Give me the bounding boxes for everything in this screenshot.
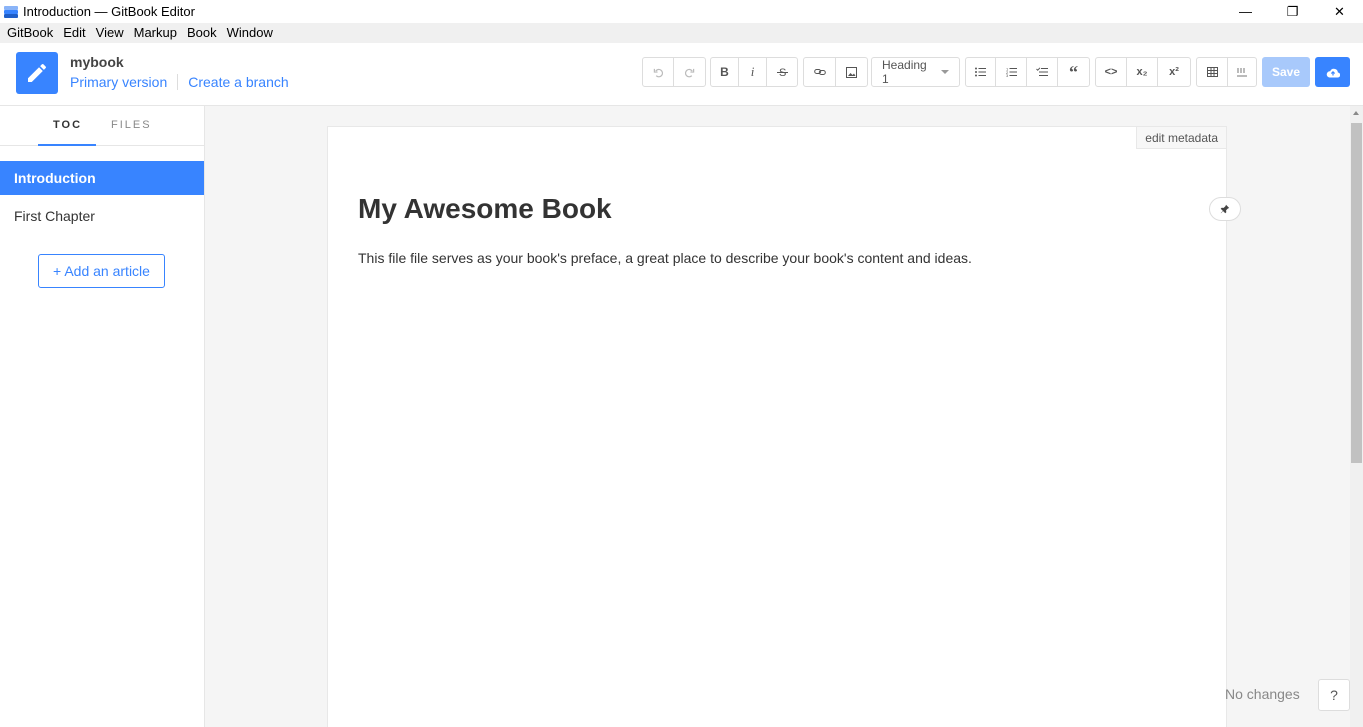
menu-gitbook[interactable]: GitBook bbox=[2, 23, 58, 43]
toc-item-first-chapter[interactable]: First Chapter bbox=[0, 199, 204, 233]
heading-select-label: Heading 1 bbox=[882, 58, 927, 86]
task-list-icon[interactable] bbox=[1027, 58, 1058, 86]
menu-edit[interactable]: Edit bbox=[58, 23, 90, 43]
document-heading[interactable]: My Awesome Book bbox=[358, 193, 612, 225]
list-group: 123 “ bbox=[965, 57, 1090, 87]
menu-book[interactable]: Book bbox=[182, 23, 222, 43]
save-status: No changes bbox=[1225, 686, 1300, 702]
superscript-icon[interactable]: x² bbox=[1158, 58, 1190, 86]
strikethrough-icon[interactable]: S bbox=[767, 58, 797, 86]
pin-icon[interactable] bbox=[1209, 197, 1241, 221]
history-group bbox=[642, 57, 706, 87]
chevron-down-icon bbox=[941, 70, 949, 74]
bold-icon[interactable]: B bbox=[711, 58, 739, 86]
divider bbox=[177, 74, 179, 90]
minimize-button[interactable]: — bbox=[1222, 0, 1269, 23]
sidebar: TOC FILES Introduction First Chapter + A… bbox=[0, 106, 205, 727]
active-tab-indicator bbox=[38, 144, 96, 146]
heading-select[interactable]: Heading 1 bbox=[872, 58, 959, 86]
svg-text:3: 3 bbox=[1006, 73, 1009, 77]
book-name: mybook bbox=[70, 54, 124, 70]
link-icon[interactable] bbox=[804, 58, 836, 86]
toc-item-introduction[interactable]: Introduction bbox=[0, 161, 204, 195]
math-icon[interactable] bbox=[1228, 58, 1256, 86]
restore-button[interactable]: ❐ bbox=[1269, 0, 1316, 23]
redo-icon[interactable] bbox=[674, 58, 705, 86]
table-icon[interactable] bbox=[1197, 58, 1228, 86]
subscript-icon[interactable]: x₂ bbox=[1127, 58, 1158, 86]
tab-toc[interactable]: TOC bbox=[53, 119, 82, 131]
gitbook-app-icon bbox=[4, 5, 18, 18]
sidebar-tabs: TOC FILES bbox=[0, 106, 204, 146]
help-button[interactable]: ? bbox=[1318, 679, 1350, 711]
create-branch-link[interactable]: Create a branch bbox=[188, 74, 288, 90]
menu-markup[interactable]: Markup bbox=[129, 23, 182, 43]
menu-bar: GitBook Edit View Markup Book Window bbox=[0, 23, 1363, 43]
scrollbar[interactable] bbox=[1350, 106, 1363, 727]
editor-area: edit metadata My Awesome Book This file … bbox=[205, 106, 1350, 727]
save-button[interactable]: Save bbox=[1262, 57, 1310, 87]
menu-view[interactable]: View bbox=[91, 23, 129, 43]
publish-cloud-icon[interactable] bbox=[1315, 57, 1350, 87]
heading-group: Heading 1 bbox=[871, 57, 960, 87]
code-icon[interactable]: <> bbox=[1096, 58, 1127, 86]
version-link[interactable]: Primary version bbox=[70, 74, 167, 90]
code-group: <> x₂ x² bbox=[1095, 57, 1191, 87]
text-style-group: B i S bbox=[710, 57, 798, 87]
window-title: Introduction — GitBook Editor bbox=[23, 4, 195, 19]
add-article-button[interactable]: + Add an article bbox=[38, 254, 165, 288]
edit-metadata-button[interactable]: edit metadata bbox=[1136, 127, 1226, 149]
menu-window[interactable]: Window bbox=[222, 23, 278, 43]
bullet-list-icon[interactable] bbox=[966, 58, 996, 86]
scroll-up-arrow-icon[interactable] bbox=[1353, 111, 1359, 115]
italic-icon[interactable]: i bbox=[739, 58, 767, 86]
numbered-list-icon[interactable]: 123 bbox=[996, 58, 1027, 86]
undo-icon[interactable] bbox=[643, 58, 674, 86]
pencil-icon[interactable] bbox=[16, 52, 58, 94]
tab-files[interactable]: FILES bbox=[111, 119, 152, 131]
title-bar: Introduction — GitBook Editor — ❐ ✕ bbox=[0, 0, 1363, 23]
scroll-thumb[interactable] bbox=[1351, 123, 1362, 463]
editor-header: mybook Primary version Create a branch B… bbox=[0, 43, 1363, 106]
quote-icon[interactable]: “ bbox=[1058, 58, 1089, 86]
insert-group bbox=[803, 57, 868, 87]
image-icon[interactable] bbox=[836, 58, 867, 86]
editor-page[interactable]: edit metadata My Awesome Book This file … bbox=[327, 126, 1241, 727]
table-group bbox=[1196, 57, 1257, 87]
document-paragraph[interactable]: This file file serves as your book's pre… bbox=[358, 250, 972, 266]
close-button[interactable]: ✕ bbox=[1316, 0, 1363, 23]
